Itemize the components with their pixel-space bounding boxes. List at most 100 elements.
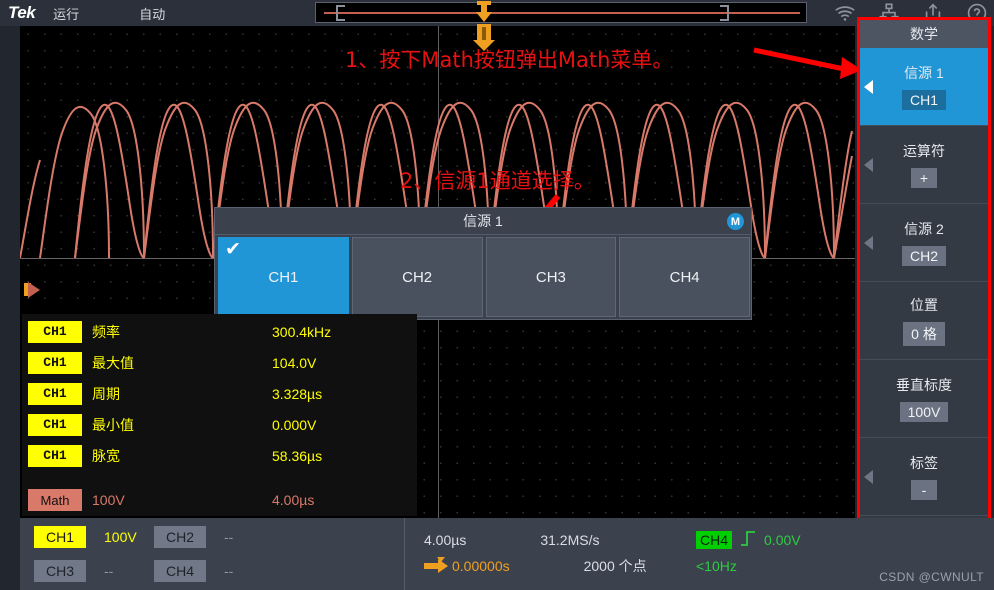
channel-scale: -- (224, 529, 234, 545)
sidebar-item-value[interactable]: 0 格 (903, 322, 945, 346)
measurement-channel-tag: CH1 (28, 413, 82, 436)
overview-bracket-left[interactable] (336, 5, 345, 21)
top-bar: Tek 运行 自动 (0, 0, 994, 26)
measurement-name: 最大值 (92, 354, 134, 371)
sidebar-item-operator[interactable]: 运算符 + (860, 126, 988, 204)
sample-rate: 31.2MS/s (540, 532, 600, 548)
source-option-label: CH1 (268, 268, 299, 286)
delay-arrow-icon (424, 557, 448, 573)
wifi-icon[interactable] (834, 2, 856, 24)
trigger-status-group[interactable]: CH4 0.00V <10Hz (686, 518, 886, 590)
source-option-list: ✔ CH1 CH2 CH3 CH4 (218, 237, 750, 317)
channel-status-ch4[interactable]: CH4 -- (154, 560, 404, 582)
source-option-ch2[interactable]: CH2 (351, 237, 483, 317)
record-length: 2000 个点 (583, 558, 647, 574)
check-icon: ✔ (225, 239, 241, 260)
watermark: CSDN @CWNULT (879, 570, 984, 584)
chevron-left-icon (864, 469, 873, 484)
measurement-name: 频率 (92, 323, 120, 340)
measurement-name: 脉宽 (92, 447, 120, 464)
sidebar-item-label: 信源 2 (904, 221, 944, 237)
sidebar-item-value[interactable]: - (911, 480, 937, 500)
measurement-row[interactable]: CH1 脉宽 58.36µs (22, 440, 417, 471)
measurement-panel: CH1 频率 300.4kHz CH1 最大值 104.0V CH1 周期 3.… (22, 314, 417, 484)
measurement-channel-tag: CH1 (28, 320, 82, 343)
sidebar-header: 数学 (860, 20, 988, 48)
trigger-main-inner (482, 27, 486, 41)
horizontal-timebase: 4.00µs (424, 532, 467, 548)
math-tag: Math (28, 489, 82, 511)
channel-tag: CH3 (34, 560, 86, 582)
source-option-ch3[interactable]: CH3 (485, 237, 617, 317)
rising-edge-icon (740, 529, 756, 552)
waveform-overview-bar[interactable] (315, 2, 807, 23)
channel-status-group: CH1 100V CH2 -- CH3 -- CH4 -- (20, 518, 405, 590)
chevron-left-icon (864, 235, 873, 250)
sidebar-item-vertical-scale[interactable]: 垂直标度 100V (860, 360, 988, 438)
trigger-source-tag: CH4 (696, 531, 733, 549)
math-ground-reference-marker[interactable] (24, 279, 42, 301)
measurement-channel-tag: CH1 (28, 382, 82, 405)
measurement-row[interactable]: CH1 最小值 0.000V (22, 409, 417, 440)
chevron-left-icon (864, 157, 873, 172)
delay-value: 0.00000s (452, 558, 510, 574)
sidebar-item-source-2[interactable]: 信源 2 CH2 (860, 204, 988, 282)
channel-status-ch2[interactable]: CH2 -- (154, 526, 404, 548)
math-menu-sidebar: 数学 信源 1 CH1 运算符 + 信源 2 CH2 位置 0 格 垂直标度 1… (860, 20, 988, 518)
source-option-label: CH2 (402, 268, 433, 286)
sidebar-item-value[interactable]: 100V (899, 402, 949, 422)
measurement-value: 58.36µs (272, 447, 323, 464)
channel-scale: 100V (104, 529, 137, 545)
delay-group: 0.00000s (424, 557, 510, 575)
trigger-marker-tip (476, 12, 492, 22)
source-option-ch4[interactable]: CH4 (619, 237, 750, 317)
measurement-name: 最小值 (92, 416, 134, 433)
measurement-channel-tag: CH1 (28, 444, 82, 467)
channel-scale: -- (104, 563, 114, 579)
sidebar-item-position[interactable]: 位置 0 格 (860, 282, 988, 360)
trigger-level: 0.00V (764, 532, 801, 548)
channel-tag: CH2 (154, 526, 206, 548)
measurement-row[interactable]: CH1 频率 300.4kHz (22, 316, 417, 347)
sidebar-item-label: 标签 (910, 455, 938, 471)
horizontal-status-group[interactable]: 4.00µs 31.2MS/s 0.00000s 2000 个点 (406, 518, 686, 590)
trigger-position-marker-top[interactable] (476, 1, 492, 23)
overview-bracket-right[interactable] (720, 5, 729, 21)
channel-scale: -- (224, 563, 234, 579)
run-state-label[interactable]: 运行 (53, 4, 79, 23)
source-option-label: CH4 (669, 268, 700, 286)
ground-marker-arrow (28, 282, 40, 298)
sidebar-item-value[interactable]: CH1 (901, 90, 946, 110)
oscilloscope-screen: Tek 运行 自动 1、按下Math按钮弹出Math菜单。 2、信源1通道选择。… (0, 0, 994, 590)
channel-status-ch1[interactable]: CH1 100V (34, 526, 154, 548)
measurement-row[interactable]: CH1 周期 3.328µs (22, 378, 417, 409)
sidebar-item-value[interactable]: + (911, 168, 937, 188)
sidebar-item-source-1[interactable]: 信源 1 CH1 (860, 48, 988, 126)
source-option-ch1[interactable]: ✔ CH1 (218, 237, 349, 317)
measurement-channel-tag: CH1 (28, 351, 82, 374)
measurement-name: 周期 (92, 385, 120, 402)
sidebar-item-label-setting[interactable]: 标签 - (860, 438, 988, 516)
measurement-value: 3.328µs (272, 385, 323, 402)
math-badge-icon[interactable]: M (727, 213, 744, 230)
channel-tag: CH4 (154, 560, 206, 582)
annotation-step-1: 1、按下Math按钮弹出Math菜单。 (345, 48, 674, 72)
sidebar-item-value[interactable]: CH2 (901, 246, 946, 266)
source-selection-dialog: 信源 1 M ✔ CH1 CH2 CH3 CH4 (214, 207, 752, 320)
left-rail (0, 26, 20, 518)
channel-status-ch3[interactable]: CH3 -- (34, 560, 154, 582)
source-dialog-title: 信源 1 (215, 208, 751, 235)
sidebar-item-label: 垂直标度 (896, 377, 952, 393)
measurement-row[interactable]: CH1 最大值 104.0V (22, 347, 417, 378)
annotation-step-2: 2、信源1通道选择。 (400, 169, 595, 193)
trigger-mode-label[interactable]: 自动 (139, 4, 165, 23)
math-badge-row[interactable]: Math 100V 4.00µs (22, 484, 417, 516)
bottom-status-bar: CH1 100V CH2 -- CH3 -- CH4 -- 4.00µs 31.… (20, 518, 994, 590)
measurement-value: 300.4kHz (272, 323, 332, 340)
chevron-left-icon (864, 79, 873, 94)
tek-logo: Tek (8, 3, 36, 22)
measurement-value: 104.0V (272, 354, 317, 371)
sidebar-item-label: 运算符 (903, 143, 945, 159)
channel-tag: CH1 (34, 526, 86, 548)
sidebar-item-label: 位置 (910, 297, 938, 313)
